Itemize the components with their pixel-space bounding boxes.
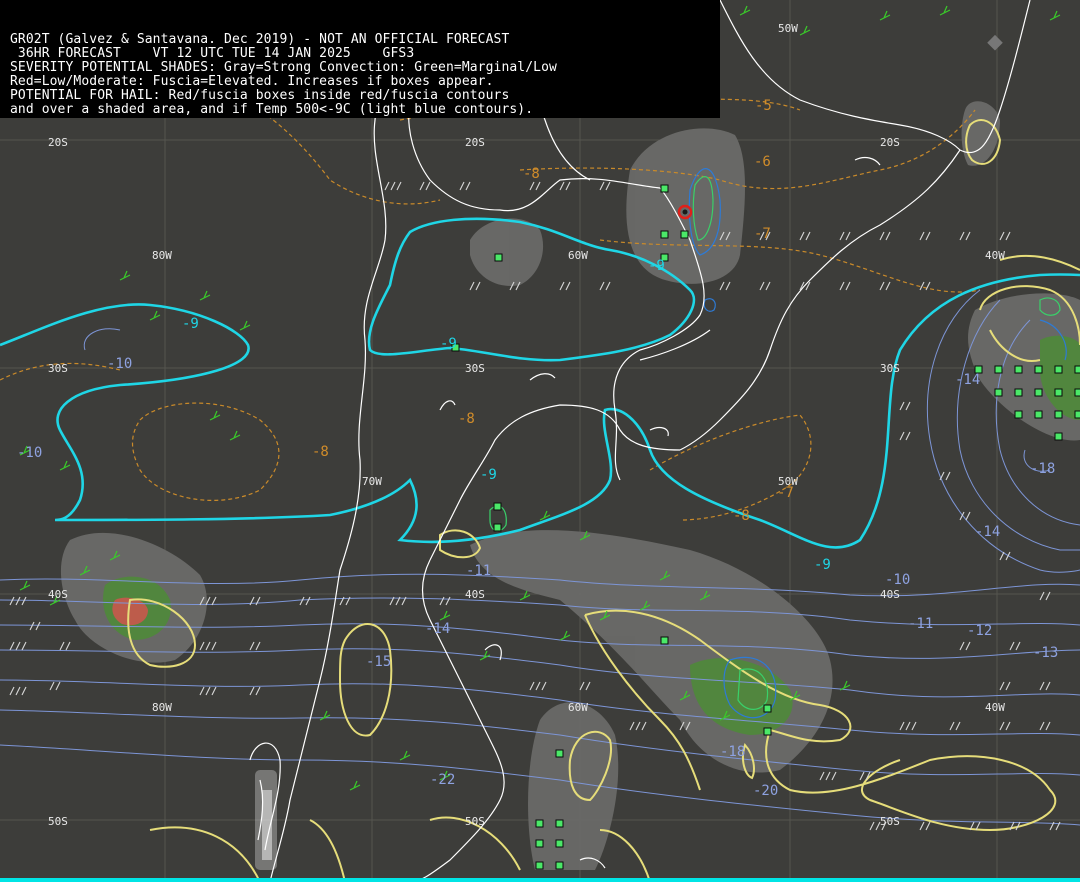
temp-label: -12 <box>967 623 992 639</box>
lon-label: 70W <box>362 475 382 488</box>
map-canvas: 20S 20S 20S 30S 30S 30S 40S 40S 40S 50S … <box>0 0 1080 882</box>
forecast-map: 20S 20S 20S 30S 30S 30S 40S 40S 40S 50S … <box>0 0 1080 882</box>
temp-label: -10 <box>17 445 42 461</box>
temp-label: -9 <box>182 316 199 332</box>
lon-label: 60W <box>568 249 588 262</box>
lat-label: 20S <box>465 136 485 149</box>
lon-label: 40W <box>985 701 1005 714</box>
header-forecast-time: 36HR FORECAST VT 12 UTC TUE 14 JAN 2025 … <box>10 46 415 61</box>
lat-label: 40S <box>465 588 485 601</box>
thickness-label: -5 <box>755 98 772 114</box>
lat-label: 30S <box>48 362 68 375</box>
thickness-label: -6 <box>754 154 771 170</box>
temp-label: -9 <box>480 467 497 483</box>
lat-label: 50S <box>465 815 485 828</box>
temp-label: -18 <box>1030 461 1055 477</box>
lat-label: 40S <box>880 588 900 601</box>
temp-label: -11 <box>466 563 491 579</box>
header-legend-severity: SEVERITY POTENTIAL SHADES: Gray=Strong C… <box>10 60 557 75</box>
thickness-label: -7 <box>754 226 771 242</box>
header-title: GR02T (Galvez & Santavana. Dec 2019) - N… <box>10 32 510 47</box>
thickness-contours <box>0 79 981 521</box>
bottom-bar <box>0 878 1080 882</box>
temp-label: -22 <box>430 772 455 788</box>
temp-label: -14 <box>425 621 450 637</box>
thickness-label: -8 <box>312 444 329 460</box>
thickness-label: -8 <box>733 508 750 524</box>
temp-label: -9 <box>440 336 457 352</box>
lat-label: 20S <box>880 136 900 149</box>
temp-label: -15 <box>366 654 391 670</box>
lat-label: 50S <box>48 815 68 828</box>
temp-label: -9 <box>814 557 831 573</box>
temp-label: -11 <box>908 616 933 632</box>
minus9-labels: -9 -9 -9 -9 -9 <box>182 258 831 573</box>
chile-fjords <box>255 770 277 870</box>
temp-label: -10 <box>107 356 132 372</box>
wind-barbs-white <box>9 181 1061 831</box>
thickness-label: -7 <box>777 485 794 501</box>
header-legend-hail-cond: and over a shaded area, and if Temp 500<… <box>10 102 534 117</box>
lon-label: 40W <box>985 249 1005 262</box>
lon-label: 50W <box>778 22 798 35</box>
lon-label: 80W <box>152 249 172 262</box>
lat-label: 30S <box>465 362 485 375</box>
lon-label: 80W <box>152 701 172 714</box>
temp-label: -14 <box>975 524 1000 540</box>
header-legend-hail: POTENTIAL FOR HAIL: Red/fuscia boxes ins… <box>10 88 510 103</box>
lat-label: 50S <box>880 815 900 828</box>
thickness-label: -8 <box>523 166 540 182</box>
temp-label: -10 <box>885 572 910 588</box>
lon-label: 60W <box>568 701 588 714</box>
lat-label: 30S <box>880 362 900 375</box>
temp-label: -14 <box>955 372 980 388</box>
lat-label: 20S <box>48 136 68 149</box>
temp-label: -13 <box>1033 645 1058 661</box>
coastlines <box>249 0 1031 882</box>
wind-barbs-green <box>19 5 1061 791</box>
temp-label: -18 <box>720 744 745 760</box>
thickness-label: -8 <box>458 411 475 427</box>
minus9-contour <box>0 217 1080 549</box>
lat-label: 40S <box>48 588 68 601</box>
forecast-header: GR02T (Galvez & Santavana. Dec 2019) - N… <box>0 0 720 118</box>
temp-label: -9 <box>648 258 665 274</box>
marker-diamond <box>987 34 1003 51</box>
header-legend-colors: Red=Low/Moderate: Fuscia=Elevated. Incre… <box>10 74 494 89</box>
temp-label: -20 <box>753 783 778 799</box>
grid-labels: 20S 20S 20S 30S 30S 30S 40S 40S 40S 50S … <box>48 22 1005 828</box>
